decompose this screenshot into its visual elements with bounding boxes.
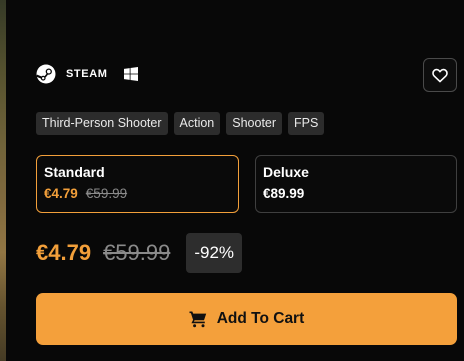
platform-row: STEAM	[36, 64, 138, 84]
original-price: €59.99	[103, 240, 171, 265]
edition-deluxe-option[interactable]: Deluxe €89.99	[255, 155, 457, 213]
tag-action[interactable]: Action	[173, 112, 221, 135]
add-to-cart-button[interactable]: Add To Cart	[36, 293, 457, 345]
edition-name: Standard	[44, 164, 105, 180]
add-to-cart-label: Add To Cart	[216, 310, 305, 327]
wishlist-button[interactable]	[423, 58, 457, 92]
tag-third-person-shooter[interactable]: Third-Person Shooter	[36, 112, 168, 135]
store-label: STEAM	[66, 68, 108, 80]
tag-shooter[interactable]: Shooter	[226, 112, 283, 135]
windows-icon	[123, 67, 138, 81]
background-art-strip	[0, 0, 6, 361]
edition-original-price: €59.99	[85, 186, 128, 201]
edition-standard-option[interactable]: Standard €4.79 €59.99	[36, 155, 239, 213]
edition-sale-price: €4.79	[44, 186, 78, 201]
current-price: €4.79	[36, 240, 92, 265]
heart-icon	[432, 68, 448, 82]
edition-price: €89.99	[263, 186, 305, 201]
product-purchase-panel: STEAM Third-Person Shooter Action Shoote…	[0, 0, 464, 361]
genre-tags: Third-Person Shooter Action Shooter FPS	[36, 112, 325, 135]
discount-badge: -92%	[186, 233, 243, 273]
steam-icon	[36, 64, 56, 84]
edition-name: Deluxe	[263, 164, 309, 180]
tag-fps[interactable]: FPS	[288, 112, 325, 135]
price-summary: €4.79 €59.99 -92%	[36, 232, 243, 274]
cart-icon	[189, 311, 206, 328]
